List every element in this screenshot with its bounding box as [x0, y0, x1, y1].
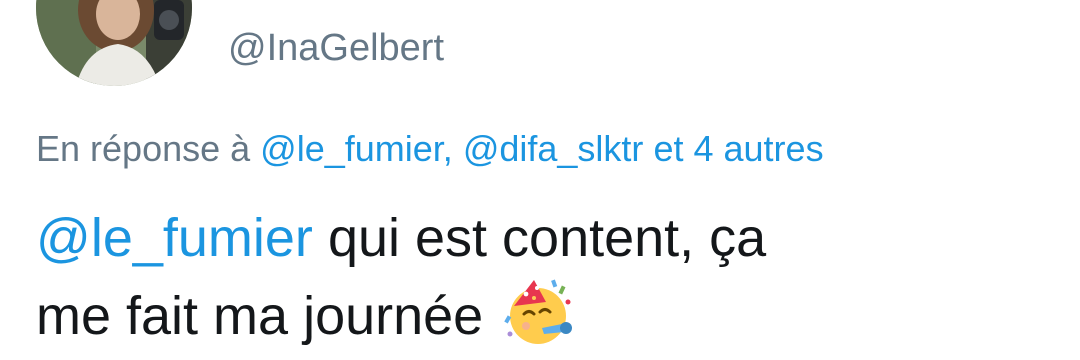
reply-connector[interactable]: et: [653, 128, 683, 169]
tweet-text: @le_fumier qui est content, ça me fait m…: [36, 200, 1036, 354]
tweet-text-line1: qui est content, ça: [327, 208, 767, 268]
reply-context: En réponse à @le_fumier, @difa_slktr et …: [36, 126, 824, 172]
reply-mention-le-fumier[interactable]: @le_fumier,: [260, 128, 453, 169]
tweet-text-line2: me fait ma journée: [36, 286, 484, 346]
author-handle[interactable]: @InaGelbert: [228, 24, 444, 72]
tweet-card: @InaGelbert En réponse à @le_fumier, @di…: [0, 0, 1080, 360]
reply-mention-difa-slktr[interactable]: @difa_slktr: [463, 128, 644, 169]
avatar[interactable]: [36, 0, 192, 86]
reply-others-link[interactable]: 4 autres: [693, 128, 823, 169]
reply-prefix: En réponse à: [36, 128, 251, 169]
partying-face-icon: [504, 276, 576, 348]
profile-photo-icon: [36, 0, 192, 86]
tweet-mention-le-fumier[interactable]: @le_fumier: [36, 208, 313, 268]
